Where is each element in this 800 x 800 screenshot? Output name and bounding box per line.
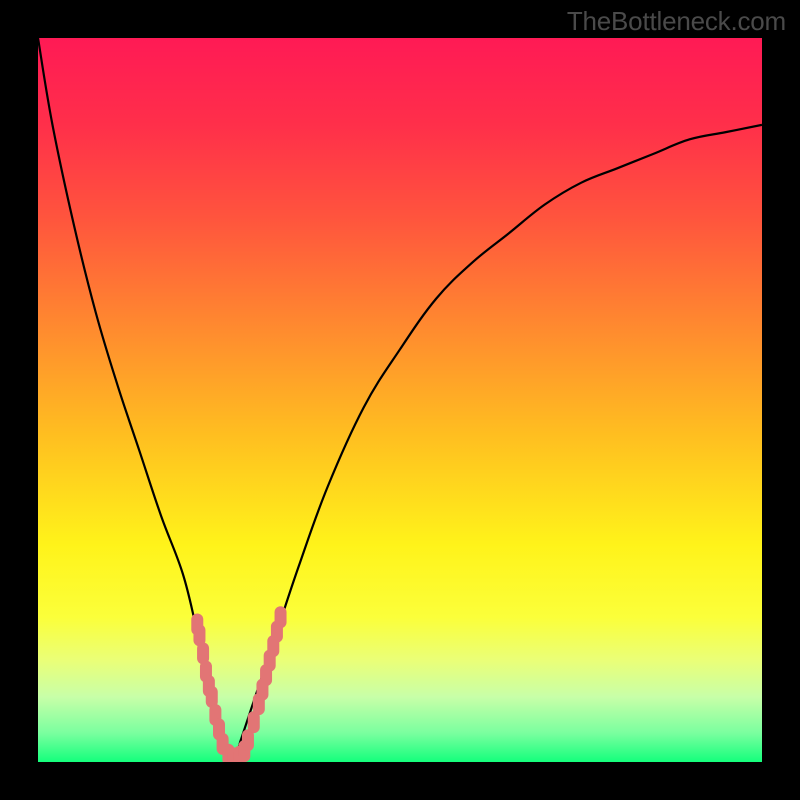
plot-area bbox=[38, 38, 762, 762]
gradient-background bbox=[38, 38, 762, 762]
chart-svg bbox=[38, 38, 762, 762]
chart-frame: TheBottleneck.com bbox=[0, 0, 800, 800]
data-marker bbox=[275, 606, 287, 628]
watermark-text: TheBottleneck.com bbox=[567, 6, 786, 37]
